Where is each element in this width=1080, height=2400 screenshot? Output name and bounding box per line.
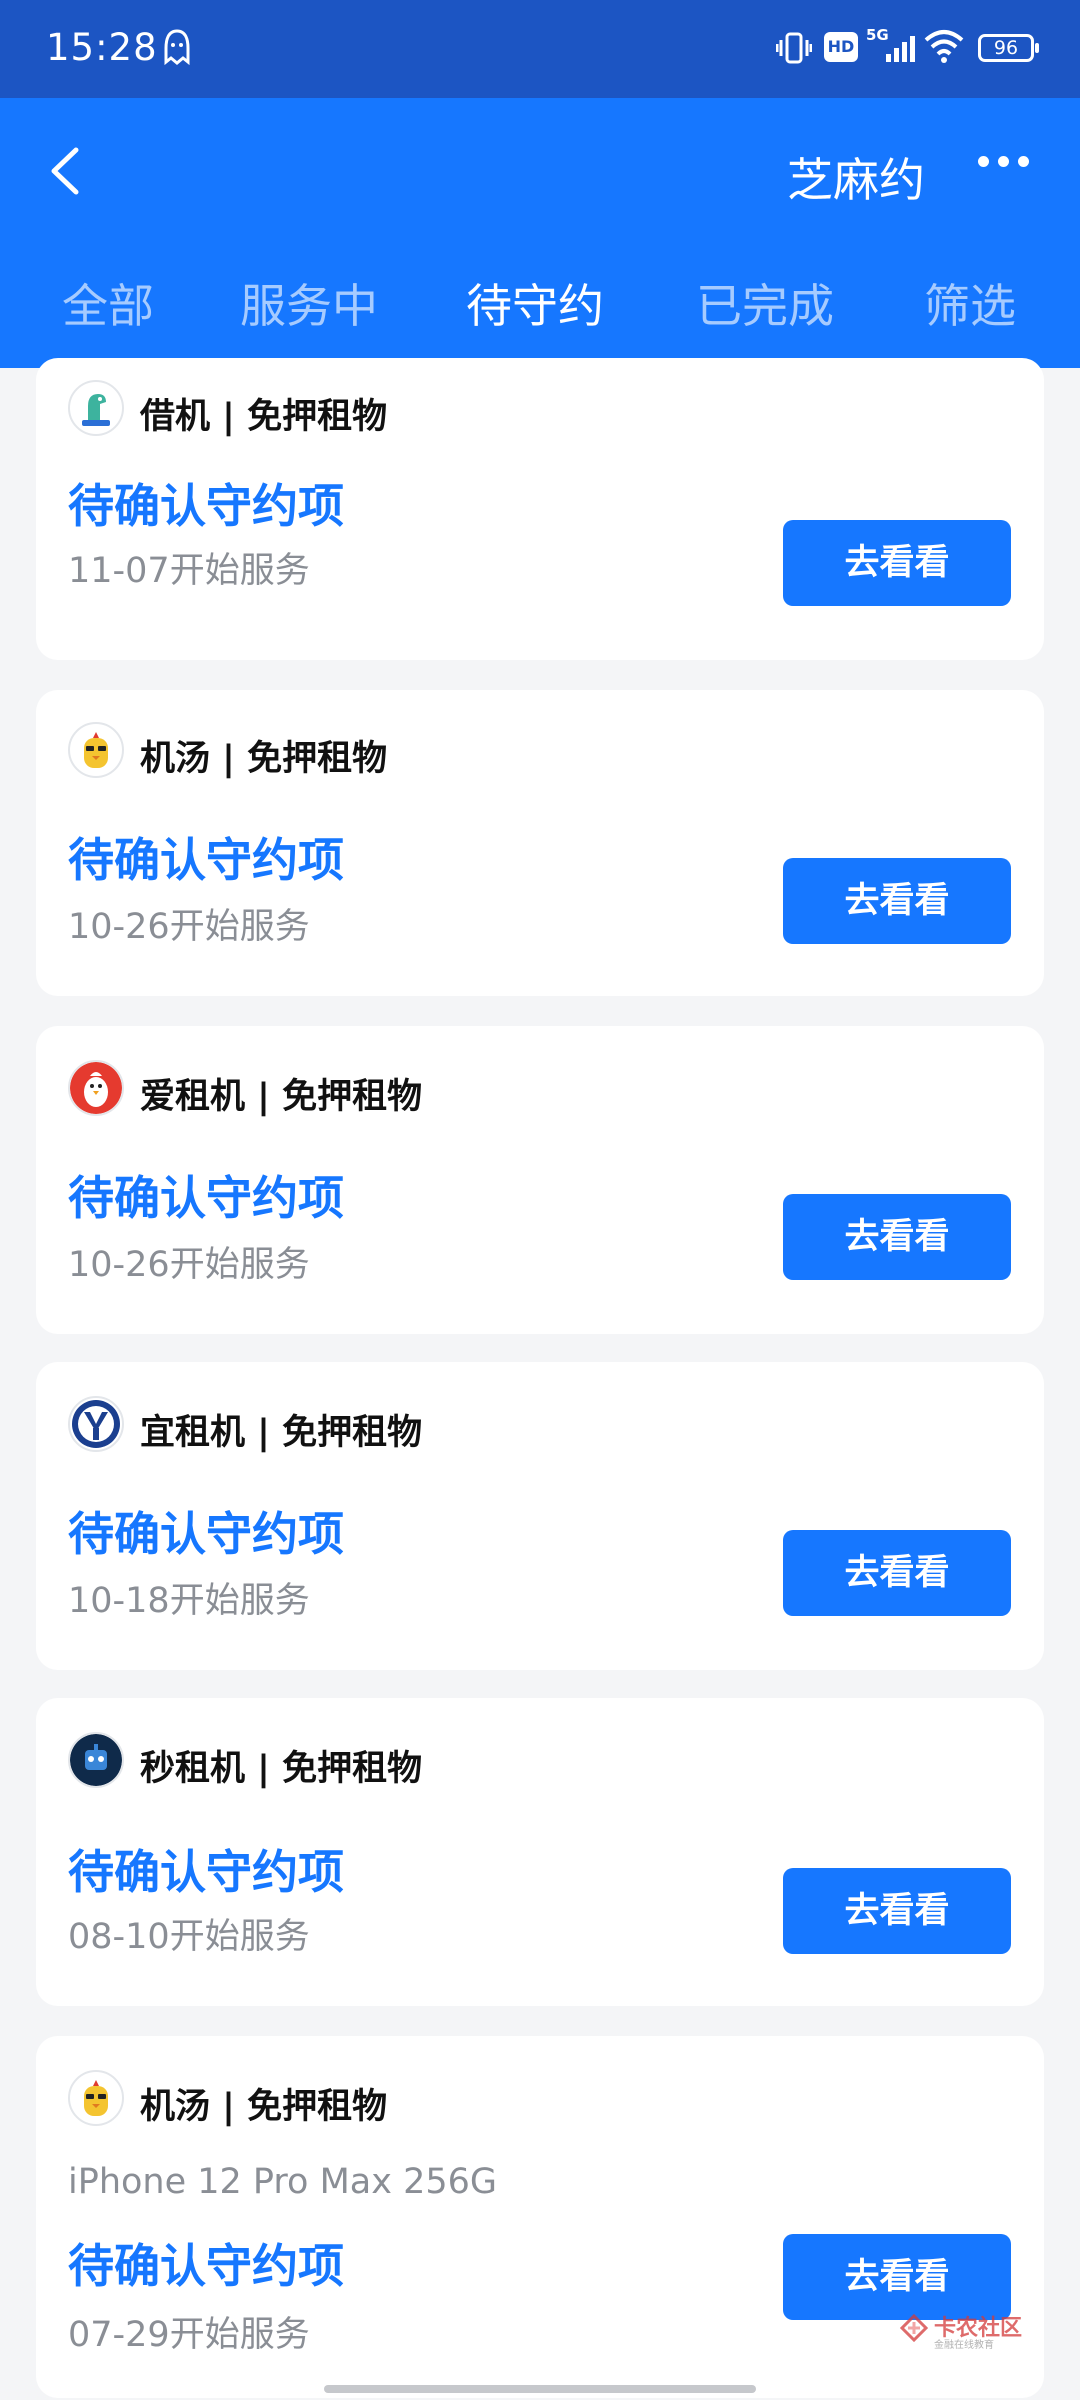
view-button[interactable]: 去看看 bbox=[783, 520, 1011, 606]
status-text: 待确认守约项 bbox=[68, 1507, 344, 1561]
chick-logo bbox=[68, 2070, 124, 2126]
view-button[interactable]: 去看看 bbox=[783, 1868, 1011, 1954]
notification-icon bbox=[164, 29, 190, 66]
vibrate-icon bbox=[776, 32, 812, 64]
watermark-logo-icon bbox=[900, 2314, 928, 2342]
tab-filter[interactable]: 筛选 bbox=[924, 270, 1016, 336]
more-dots-icon[interactable] bbox=[978, 152, 1042, 182]
list-item[interactable]: 机汤 | 免押租物 待确认守约项 10-26开始服务 去看看 bbox=[36, 690, 1044, 996]
header: 芝麻约 全部 服务中 待守约 已完成 筛选 bbox=[0, 98, 1080, 368]
battery-icon: 96 bbox=[978, 34, 1039, 62]
item-description: iPhone 12 Pro Max 256G bbox=[68, 2162, 497, 2202]
tab-completed[interactable]: 已完成 bbox=[696, 270, 834, 336]
dinosaur-logo bbox=[68, 380, 124, 436]
merchant-name: 借机 | 免押租物 bbox=[140, 397, 388, 437]
start-date: 10-26开始服务 bbox=[68, 907, 310, 947]
merchant-name: 机汤 | 免押租物 bbox=[140, 739, 388, 779]
robot-logo bbox=[68, 1732, 124, 1788]
tab-pending[interactable]: 待守约 bbox=[466, 270, 604, 336]
merchant-name: 机汤 | 免押租物 bbox=[140, 2087, 388, 2127]
watermark: 卡农社区 金融在线教育 bbox=[900, 2310, 1030, 2351]
merchant-name: 宜租机 | 免押租物 bbox=[140, 1413, 423, 1453]
wifi-icon bbox=[924, 30, 964, 63]
tab-in-service[interactable]: 服务中 bbox=[240, 270, 378, 336]
view-button[interactable]: 去看看 bbox=[783, 858, 1011, 944]
list-item[interactable]: 机汤 | 免押租物 iPhone 12 Pro Max 256G 待确认守约项 … bbox=[36, 2036, 1044, 2398]
page-title: 芝麻约 bbox=[787, 153, 925, 207]
start-date: 10-26开始服务 bbox=[68, 1245, 310, 1285]
network-label: 5G bbox=[866, 26, 889, 44]
merchant-name: 秒租机 | 免押租物 bbox=[140, 1749, 423, 1789]
start-date: 08-10开始服务 bbox=[68, 1917, 310, 1957]
start-date: 11-07开始服务 bbox=[68, 551, 310, 591]
signal-icon: 5G bbox=[866, 26, 915, 62]
status-bar: 15:28 HD 5G 96 bbox=[0, 0, 1080, 98]
tab-bar: 全部 服务中 待守约 已完成 筛选 bbox=[0, 270, 1080, 368]
status-text: 待确认守约项 bbox=[68, 2239, 344, 2293]
status-text: 待确认守约项 bbox=[68, 833, 344, 887]
hd-icon: HD bbox=[824, 32, 858, 62]
view-button[interactable]: 去看看 bbox=[783, 1194, 1011, 1280]
status-text: 待确认守约项 bbox=[68, 1845, 344, 1899]
status-text: 待确认守约项 bbox=[68, 1171, 344, 1225]
home-indicator[interactable] bbox=[324, 2385, 756, 2393]
view-button[interactable]: 去看看 bbox=[783, 2234, 1011, 2320]
y-badge-logo bbox=[68, 1396, 124, 1452]
penguin-logo bbox=[68, 1060, 124, 1116]
merchant-name: 爱租机 | 免押租物 bbox=[140, 1077, 423, 1117]
view-button[interactable]: 去看看 bbox=[783, 1530, 1011, 1616]
chick-logo bbox=[68, 722, 124, 778]
start-date: 07-29开始服务 bbox=[68, 2315, 310, 2355]
list-item[interactable]: 秒租机 | 免押租物 待确认守约项 08-10开始服务 去看看 bbox=[36, 1698, 1044, 2006]
tab-all[interactable]: 全部 bbox=[62, 270, 154, 336]
list-item[interactable]: 借机 | 免押租物 待确认守约项 11-07开始服务 去看看 bbox=[36, 358, 1044, 660]
list-item[interactable]: 宜租机 | 免押租物 待确认守约项 10-18开始服务 去看看 bbox=[36, 1362, 1044, 1670]
watermark-subtext: 金融在线教育 bbox=[934, 2340, 994, 2351]
start-date: 10-18开始服务 bbox=[68, 1581, 310, 1621]
list-item[interactable]: 爱租机 | 免押租物 待确认守约项 10-26开始服务 去看看 bbox=[36, 1026, 1044, 1334]
chevron-left-icon[interactable] bbox=[40, 136, 100, 206]
status-time: 15:28 bbox=[46, 26, 158, 69]
status-text: 待确认守约项 bbox=[68, 479, 344, 533]
